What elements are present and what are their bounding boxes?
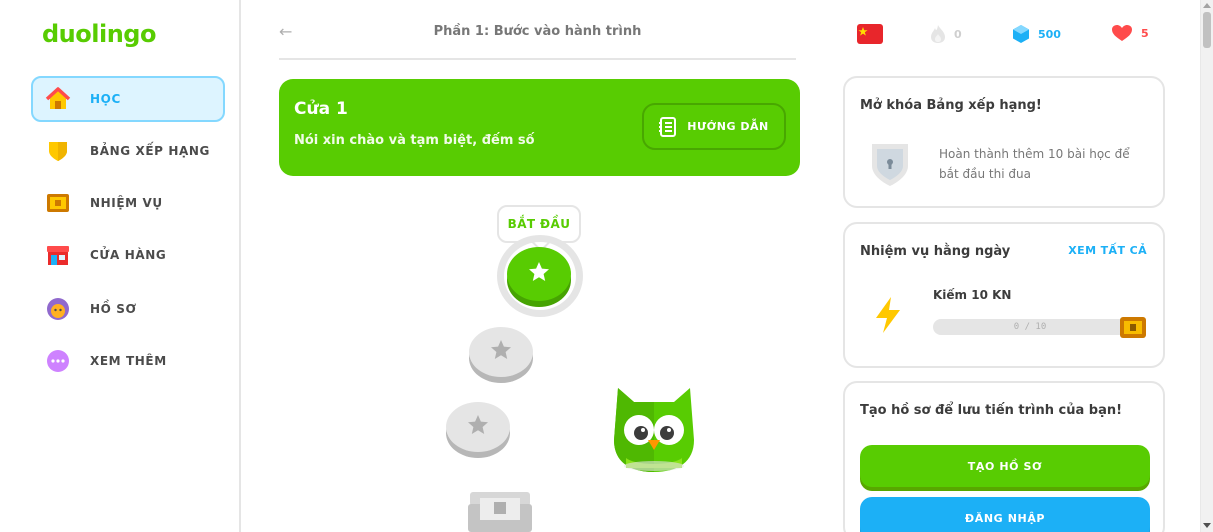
shop-icon	[45, 242, 71, 268]
section-header: ← Phần 1: Bước vào hành trình	[279, 22, 796, 60]
sidebar-item-learn[interactable]: HỌC	[31, 76, 225, 122]
lesson-node-locked[interactable]	[469, 327, 533, 377]
sidebar-item-more[interactable]: XEM THÊM	[31, 338, 225, 384]
sidebar-item-label: CỬA HÀNG	[90, 248, 167, 262]
fire-icon	[930, 24, 946, 44]
lesson-node-active[interactable]	[507, 247, 571, 301]
lesson-node-locked[interactable]	[446, 402, 510, 452]
chest-icon	[45, 190, 71, 216]
unit-banner: Cửa 1 Nói xin chào và tạm biệt, đếm số H…	[279, 79, 800, 176]
sidebar-item-quests[interactable]: NHIỆM VỤ	[31, 180, 225, 226]
chest-icon	[466, 492, 534, 532]
section-title: Phần 1: Bước vào hành trình	[433, 24, 642, 39]
streak-count: 0	[954, 27, 962, 41]
sidebar-item-profile[interactable]: HỒ SƠ	[31, 286, 225, 332]
flag-china-icon	[857, 24, 883, 47]
guidebook-button[interactable]: HƯỚNG DẪN	[642, 103, 786, 150]
more-icon	[45, 348, 71, 374]
sidebar-item-label: HỒ SƠ	[90, 302, 137, 316]
login-button[interactable]: ĐĂNG NHẬP	[860, 497, 1150, 532]
notebook-icon	[659, 116, 677, 137]
reward-chest-icon	[1119, 314, 1147, 344]
treasure-chest-node[interactable]	[466, 488, 534, 532]
heart-icon	[1111, 24, 1133, 42]
leaderboard-panel: Mở khóa Bảng xếp hạng! Hoàn thành thêm 1…	[843, 76, 1165, 208]
gem-icon	[1012, 24, 1030, 44]
sidebar-item-label: XEM THÊM	[90, 354, 167, 368]
sidebar-item-leaderboard[interactable]: BẢNG XẾP HẠNG	[31, 128, 225, 174]
home-icon	[45, 86, 71, 112]
shield-icon	[45, 138, 71, 164]
quest-name: Kiếm 10 KN	[933, 288, 1012, 302]
profile-icon	[45, 296, 71, 322]
daily-quests-panel: Nhiệm vụ hằng ngày XEM TẤT CẢ Kiếm 10 KN…	[843, 222, 1165, 368]
leaderboard-title: Mở khóa Bảng xếp hạng!	[860, 98, 1042, 113]
hearts-counter[interactable]: 5	[1111, 24, 1149, 42]
gems-counter[interactable]: 500	[1012, 24, 1061, 44]
unit-title: Cửa 1	[294, 99, 348, 119]
sidebar-item-shop[interactable]: CỬA HÀNG	[31, 232, 225, 278]
quests-title: Nhiệm vụ hằng ngày	[860, 244, 1011, 259]
language-flag-button[interactable]	[857, 24, 883, 47]
sidebar-item-label: HỌC	[90, 92, 121, 106]
lightning-icon	[873, 296, 903, 338]
star-icon	[466, 413, 490, 441]
star-icon	[489, 338, 513, 366]
stats-bar: 0 500 5	[857, 24, 1157, 48]
sidebar: duolingo HỌC BẢNG XẾP HẠNG NHIỆM VỤ CỬA …	[0, 0, 241, 532]
unit-description: Nói xin chào và tạm biệt, đếm số	[294, 133, 535, 148]
star-icon	[527, 260, 551, 288]
app-root: duolingo HỌC BẢNG XẾP HẠNG NHIỆM VỤ CỬA …	[0, 0, 1213, 532]
view-all-quests-link[interactable]: XEM TẤT CẢ	[1068, 244, 1147, 257]
scroll-thumb[interactable]	[1203, 12, 1211, 48]
streak-counter[interactable]: 0	[930, 24, 962, 44]
gem-count: 500	[1038, 27, 1061, 41]
sidebar-item-label: NHIỆM VỤ	[90, 196, 163, 210]
locked-shield-icon	[869, 140, 911, 192]
create-profile-button[interactable]: TẠO HỒ SƠ	[860, 445, 1150, 487]
create-profile-panel: Tạo hồ sơ để lưu tiến trình của bạn! TẠO…	[843, 381, 1165, 532]
duo-owl-mascot	[608, 380, 700, 474]
leaderboard-description: Hoàn thành thêm 10 bài học để bắt đầu th…	[939, 147, 1130, 181]
create-profile-title: Tạo hồ sơ để lưu tiến trình của bạn!	[860, 403, 1123, 418]
page-scrollbar[interactable]	[1200, 0, 1213, 532]
guidebook-label: HƯỚNG DẪN	[687, 120, 769, 133]
quest-progress-text: 0 / 10	[1013, 322, 1047, 332]
sidebar-item-label: BẢNG XẾP HẠNG	[90, 144, 210, 158]
scroll-up-icon[interactable]	[1203, 3, 1211, 8]
duolingo-logo[interactable]: duolingo	[42, 20, 156, 48]
heart-count: 5	[1141, 26, 1149, 40]
scroll-down-icon[interactable]	[1203, 523, 1211, 528]
